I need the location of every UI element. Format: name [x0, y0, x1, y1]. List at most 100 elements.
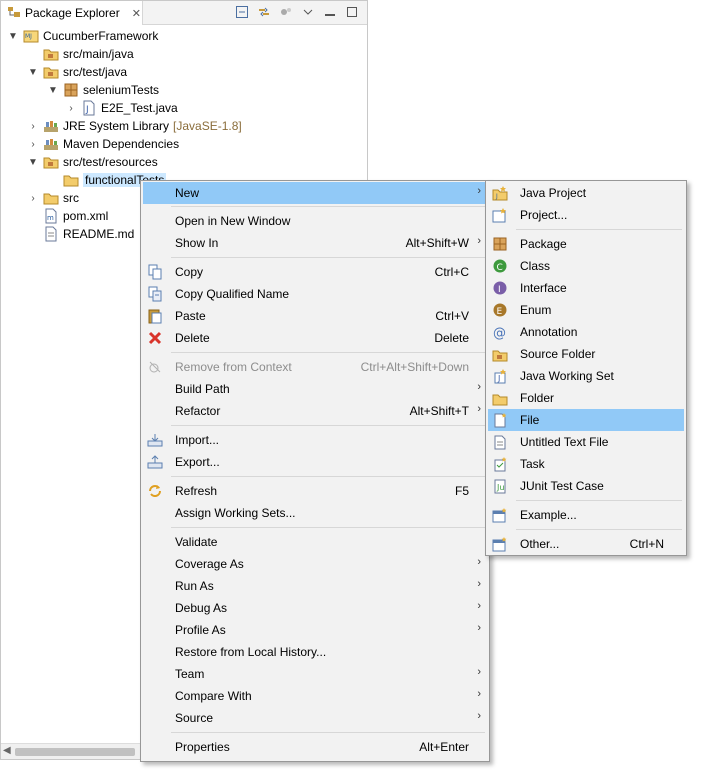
tree-label: src/main/java	[63, 47, 134, 61]
package-explorer-icon	[7, 5, 21, 22]
tree-item-maven-dependencies[interactable]: › Maven Dependencies	[27, 135, 179, 153]
link-with-editor-icon[interactable]	[257, 5, 271, 19]
svg-text:@: @	[493, 326, 506, 340]
menu-item-profile-as[interactable]: Profile As ›	[143, 619, 487, 641]
tree-item-src[interactable]: › src	[27, 189, 79, 207]
task-icon	[492, 456, 508, 472]
tree-label: src/test/resources	[63, 155, 158, 169]
scroll-left-icon[interactable]: ◀	[3, 745, 11, 756]
menu-separator	[171, 527, 485, 528]
menu-item-project[interactable]: Project...	[488, 204, 684, 226]
submenu-arrow-icon: ›	[477, 578, 481, 590]
collapse-arrow-icon[interactable]: ▼	[27, 157, 39, 168]
project-icon: MJ	[23, 28, 39, 44]
menu-item-properties[interactable]: Properties Alt+Enter	[143, 736, 487, 758]
minimize-icon[interactable]	[323, 5, 337, 19]
menu-item-team[interactable]: Team ›	[143, 663, 487, 685]
tree-item-e2e-test[interactable]: › J E2E_Test.java	[65, 99, 178, 117]
folder-icon	[492, 390, 508, 406]
menu-item-refactor[interactable]: Refactor Alt+Shift+T ›	[143, 400, 487, 422]
tree-item-selenium-tests[interactable]: ▼ seleniumTests	[47, 81, 159, 99]
delete-icon	[147, 330, 163, 346]
tree-item-pom-xml[interactable]: m pom.xml	[27, 207, 108, 225]
menu-item-remove-from-context[interactable]: Remove from Context Ctrl+Alt+Shift+Down	[143, 356, 487, 378]
menu-item-copy-qualified-name[interactable]: Copy Qualified Name	[143, 283, 487, 305]
tree-item-jre-library[interactable]: › JRE System Library [JavaSE-1.8]	[27, 117, 241, 135]
menu-item-java-working-set[interactable]: J Java Working Set	[488, 365, 684, 387]
tree-label: JRE System Library	[63, 119, 170, 133]
tree-item-readme[interactable]: README.md	[27, 225, 134, 243]
java-file-icon: J	[81, 100, 97, 116]
menu-item-java-project[interactable]: J Java Project	[488, 182, 684, 204]
expand-arrow-icon[interactable]: ›	[27, 139, 39, 150]
menu-item-task[interactable]: Task	[488, 453, 684, 475]
menu-item-open-in-new-window[interactable]: Open in New Window	[143, 210, 487, 232]
submenu-arrow-icon: ›	[477, 403, 481, 415]
menu-item-restore-local-history[interactable]: Restore from Local History...	[143, 641, 487, 663]
menu-item-annotation[interactable]: @ Annotation	[488, 321, 684, 343]
tree-item-src-test-java[interactable]: ▼ src/test/java	[27, 63, 127, 81]
collapse-arrow-icon[interactable]: ▼	[47, 85, 59, 96]
view-menu-icon[interactable]	[301, 5, 315, 19]
menu-separator	[171, 425, 485, 426]
collapse-all-icon[interactable]	[235, 5, 249, 19]
java-project-icon: J	[492, 185, 508, 201]
menu-item-paste[interactable]: Paste Ctrl+V	[143, 305, 487, 327]
new-submenu: J Java Project Project... Package C Clas…	[485, 180, 687, 556]
expand-arrow-icon[interactable]: ›	[27, 193, 39, 204]
text-file-icon	[43, 226, 59, 242]
menu-item-source[interactable]: Source ›	[143, 707, 487, 729]
tree-item-project[interactable]: ▼ MJ CucumberFramework	[7, 27, 158, 45]
menu-item-run-as[interactable]: Run As ›	[143, 575, 487, 597]
scrollbar-thumb[interactable]	[15, 748, 135, 756]
submenu-arrow-icon: ›	[477, 185, 481, 197]
tree-item-src-test-resources[interactable]: ▼ src/test/resources	[27, 153, 158, 171]
menu-item-refresh[interactable]: Refresh F5	[143, 480, 487, 502]
tree-item-src-main-java[interactable]: src/main/java	[27, 45, 134, 63]
submenu-arrow-icon: ›	[477, 381, 481, 393]
menu-item-enum[interactable]: E Enum	[488, 299, 684, 321]
example-icon	[492, 507, 508, 523]
menu-item-build-path[interactable]: Build Path ›	[143, 378, 487, 400]
menu-item-untitled-text-file[interactable]: Untitled Text File	[488, 431, 684, 453]
menu-item-coverage-as[interactable]: Coverage As ›	[143, 553, 487, 575]
focus-on-task-icon[interactable]	[279, 5, 293, 19]
menu-item-delete[interactable]: Delete Delete	[143, 327, 487, 349]
menu-item-package[interactable]: Package	[488, 233, 684, 255]
collapse-arrow-icon[interactable]: ▼	[27, 67, 39, 78]
expand-arrow-icon[interactable]: ›	[27, 121, 39, 132]
file-icon	[492, 412, 508, 428]
collapse-arrow-icon[interactable]: ▼	[7, 31, 19, 42]
menu-item-debug-as[interactable]: Debug As ›	[143, 597, 487, 619]
menu-item-junit-test-case[interactable]: Ju JUnit Test Case	[488, 475, 684, 497]
menu-item-folder[interactable]: Folder	[488, 387, 684, 409]
menu-item-class[interactable]: C Class	[488, 255, 684, 277]
menu-item-interface[interactable]: I Interface	[488, 277, 684, 299]
svg-text:I: I	[498, 285, 501, 295]
menu-item-example[interactable]: Example...	[488, 504, 684, 526]
copy-icon	[147, 264, 163, 280]
expand-arrow-icon[interactable]: ›	[65, 103, 77, 114]
submenu-arrow-icon: ›	[477, 710, 481, 722]
tab-package-explorer[interactable]: Package Explorer ✕	[1, 1, 143, 25]
svg-text:J: J	[497, 374, 500, 383]
menu-item-source-folder[interactable]: Source Folder	[488, 343, 684, 365]
menu-item-export[interactable]: Export...	[143, 451, 487, 473]
menu-item-import[interactable]: Import...	[143, 429, 487, 451]
menu-item-other[interactable]: Other... Ctrl+N	[488, 533, 684, 555]
enum-icon: E	[492, 302, 508, 318]
package-icon	[492, 236, 508, 252]
menu-item-show-in[interactable]: Show In Alt+Shift+W ›	[143, 232, 487, 254]
menu-item-new[interactable]: New ›	[143, 182, 487, 204]
menu-separator	[171, 257, 485, 258]
submenu-arrow-icon: ›	[477, 556, 481, 568]
folder-icon	[63, 172, 79, 188]
maximize-icon[interactable]	[345, 5, 359, 19]
source-folder-icon	[492, 346, 508, 362]
menu-item-validate[interactable]: Validate	[143, 531, 487, 553]
close-icon[interactable]: ✕	[132, 7, 141, 20]
menu-item-file[interactable]: File	[488, 409, 684, 431]
menu-item-compare-with[interactable]: Compare With ›	[143, 685, 487, 707]
menu-item-copy[interactable]: Copy Ctrl+C	[143, 261, 487, 283]
menu-item-assign-working-sets[interactable]: Assign Working Sets...	[143, 502, 487, 524]
